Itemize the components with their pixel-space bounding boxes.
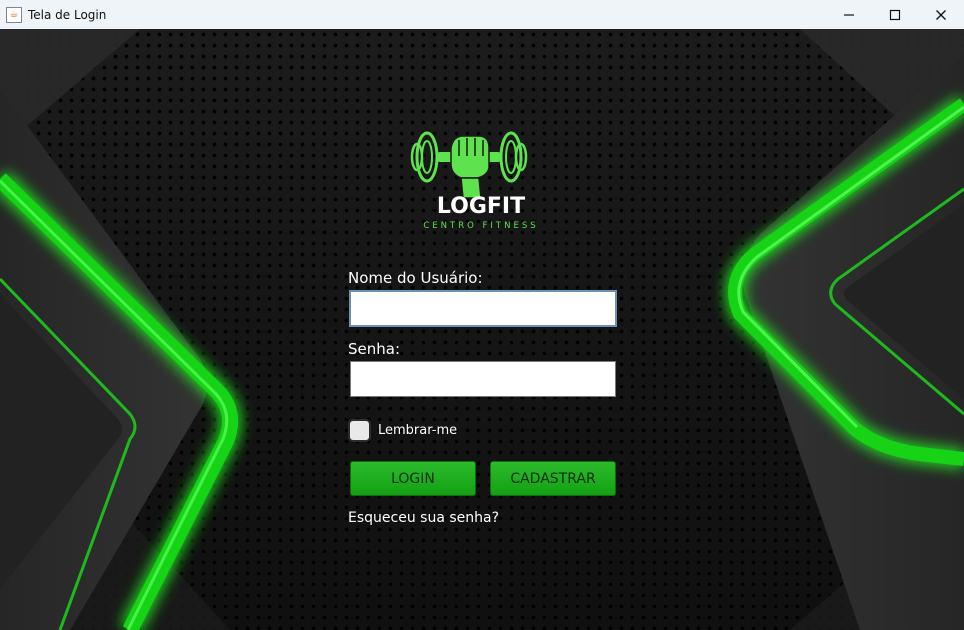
maximize-button[interactable]	[872, 0, 918, 29]
window-controls	[826, 0, 964, 29]
password-input[interactable]	[350, 361, 616, 397]
forgot-password-link[interactable]: Esqueceu sua senha?	[348, 510, 499, 526]
fist-dumbbell-icon	[410, 131, 528, 199]
logo-name: LOGFIT	[437, 194, 525, 219]
minimize-icon	[844, 13, 854, 16]
window-title: Tela de Login	[28, 7, 107, 22]
logfit-logo: LOGFIT CENTRO FITNESS	[410, 131, 538, 231]
close-button[interactable]	[918, 0, 964, 29]
register-button[interactable]: CADASTRAR	[490, 461, 616, 496]
remember-me-checkbox[interactable]	[348, 419, 371, 442]
login-window: ☕ Tela de Login LOGFIT CENTRO FITNESS No…	[0, 0, 964, 630]
background-graphic	[0, 29, 964, 630]
minimize-button[interactable]	[826, 0, 872, 29]
maximize-icon	[889, 9, 901, 20]
close-icon	[936, 9, 946, 20]
username-label: Nome do Usuário:	[348, 269, 483, 287]
title-bar[interactable]: ☕ Tela de Login	[0, 0, 964, 29]
login-panel: LOGFIT CENTRO FITNESS Nome do Usuário: S…	[0, 29, 964, 630]
remember-me-row[interactable]: Lembrar-me	[348, 419, 457, 442]
logo-tagline: CENTRO FITNESS	[423, 221, 538, 231]
java-cup-icon: ☕	[6, 6, 22, 23]
username-input[interactable]	[349, 290, 617, 327]
password-label: Senha:	[348, 340, 401, 358]
login-button[interactable]: LOGIN	[350, 461, 476, 496]
remember-me-label: Lembrar-me	[378, 423, 458, 438]
